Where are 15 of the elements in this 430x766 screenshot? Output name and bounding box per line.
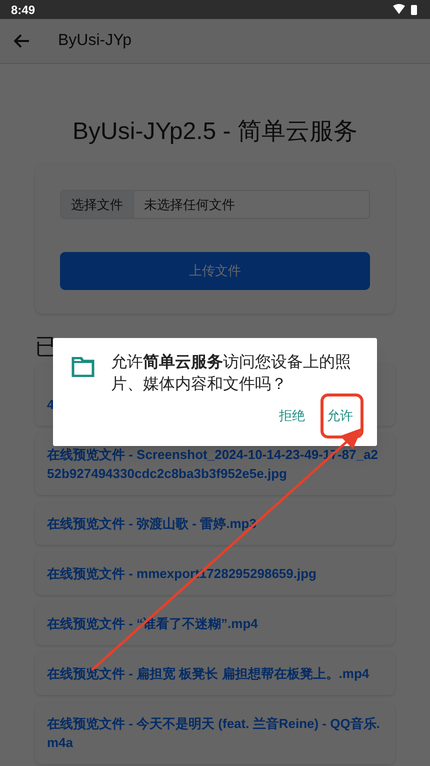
back-arrow-icon xyxy=(14,34,30,48)
file-input[interactable]: 选择文件 未选择任何文件 xyxy=(60,190,370,219)
status-time: 8:49 xyxy=(11,2,36,18)
highlight-box xyxy=(320,394,364,438)
allow-button[interactable]: 允许 xyxy=(327,406,353,426)
wifi-battery-icon xyxy=(393,4,419,15)
dialog-message: 允许简单云服务访问您设备上的照片、媒体内容和文件吗？ xyxy=(111,352,352,395)
deny-button[interactable]: 拒绝 xyxy=(279,406,305,426)
folder-icon xyxy=(71,357,95,377)
page-heading: ByUsi-JYp2.5 - 简单云服务 xyxy=(72,117,358,147)
file-input-value: 未选择任何文件 xyxy=(143,196,236,214)
file-link[interactable]: 在线预览文件 - 今天不是明天 (feat. 兰音Reine) - QQ音乐.m4a xyxy=(47,714,383,752)
choose-file-button[interactable]: 选择文件 xyxy=(61,191,134,218)
app-title: ByUsi-JYp xyxy=(58,31,132,51)
upload-button[interactable]: 上传文件 xyxy=(60,252,370,290)
